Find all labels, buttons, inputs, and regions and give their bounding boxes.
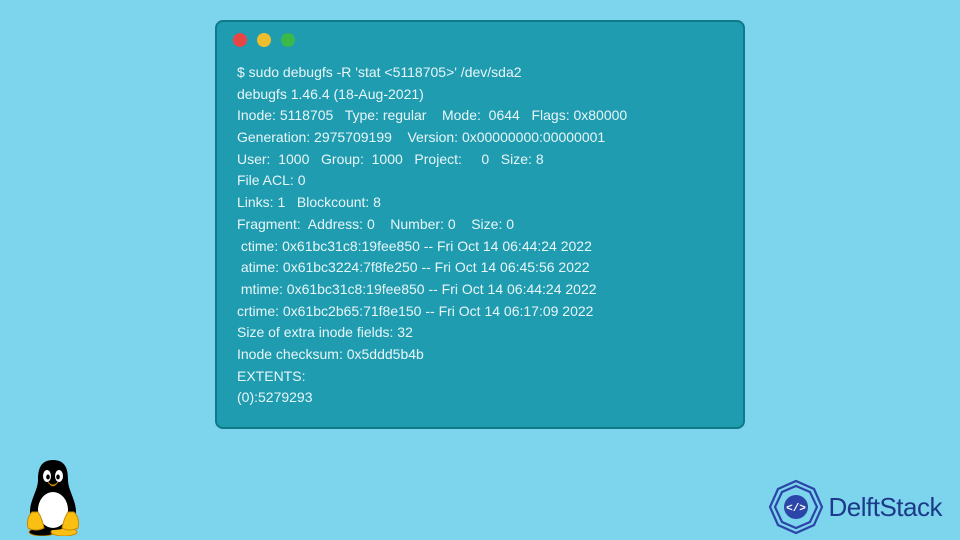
terminal-line: File ACL: 0	[237, 170, 723, 192]
terminal-line: EXTENTS:	[237, 366, 723, 388]
terminal-line: Generation: 2975709199 Version: 0x000000…	[237, 127, 723, 149]
brand-name: DelftStack	[829, 492, 943, 523]
minimize-icon[interactable]	[257, 33, 271, 47]
terminal-line: mtime: 0x61bc31c8:19fee850 -- Fri Oct 14…	[237, 279, 723, 301]
terminal-line: Links: 1 Blockcount: 8	[237, 192, 723, 214]
brand-logo-area: </> DelftStack	[767, 478, 943, 536]
terminal-line: crtime: 0x61bc2b65:71f8e150 -- Fri Oct 1…	[237, 301, 723, 323]
terminal-line: $ sudo debugfs -R 'stat <5118705>' /dev/…	[237, 62, 723, 84]
terminal-line: ctime: 0x61bc31c8:19fee850 -- Fri Oct 14…	[237, 236, 723, 258]
close-icon[interactable]	[233, 33, 247, 47]
terminal-line: User: 1000 Group: 1000 Project: 0 Size: …	[237, 149, 723, 171]
terminal-window: $ sudo debugfs -R 'stat <5118705>' /dev/…	[215, 20, 745, 429]
terminal-output: $ sudo debugfs -R 'stat <5118705>' /dev/…	[217, 58, 743, 415]
terminal-line: Inode checksum: 0x5ddd5b4b	[237, 344, 723, 366]
terminal-line: Fragment: Address: 0 Number: 0 Size: 0	[237, 214, 723, 236]
delftstack-logo-icon: </>	[767, 478, 825, 536]
linux-tux-icon	[18, 450, 88, 536]
svg-text:</>: </>	[786, 503, 806, 515]
maximize-icon[interactable]	[281, 33, 295, 47]
terminal-line: atime: 0x61bc3224:7f8fe250 -- Fri Oct 14…	[237, 257, 723, 279]
terminal-line: Inode: 5118705 Type: regular Mode: 0644 …	[237, 105, 723, 127]
terminal-line: Size of extra inode fields: 32	[237, 322, 723, 344]
terminal-line: (0):5279293	[237, 387, 723, 409]
window-titlebar	[217, 22, 743, 58]
terminal-line: debugfs 1.46.4 (18-Aug-2021)	[237, 84, 723, 106]
